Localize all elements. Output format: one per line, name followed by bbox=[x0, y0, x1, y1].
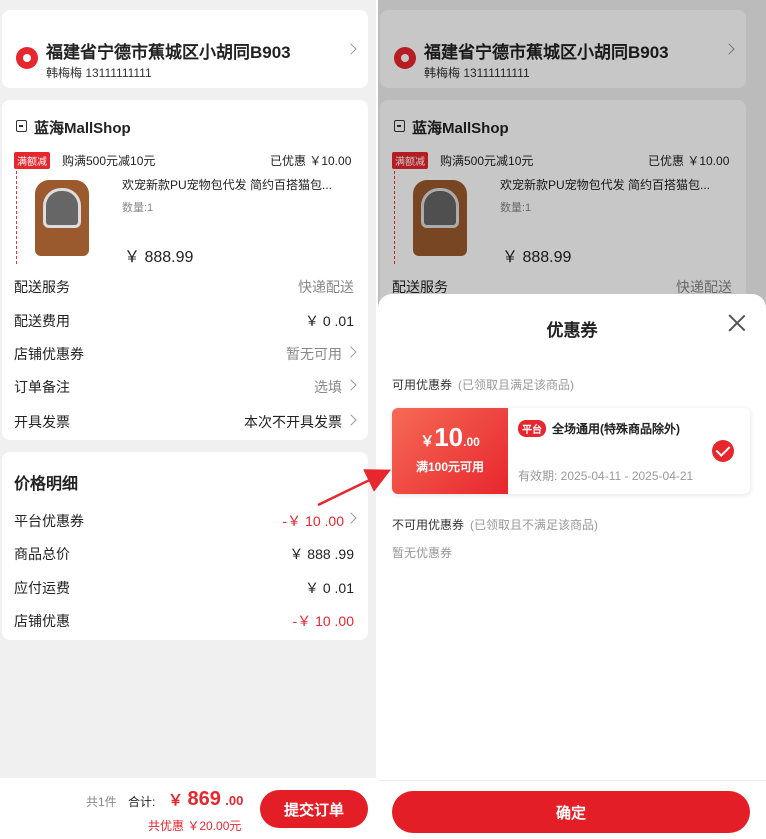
coupon-value-panel: ￥10.00 满100元可用 bbox=[392, 408, 508, 494]
coupon-name: 全场通用(特殊商品除外) bbox=[552, 422, 680, 436]
close-icon[interactable] bbox=[728, 314, 746, 332]
location-pin-icon bbox=[16, 47, 38, 69]
shop-card: 蓝海MallShop 满额减 购满500元减10元 已优惠 ￥10.00 欢宠新… bbox=[2, 100, 368, 440]
address-card[interactable]: 福建省宁德市蕉城区小胡同B903 韩梅梅 13111111111 bbox=[2, 10, 368, 88]
shop-name: 蓝海MallShop bbox=[34, 120, 131, 137]
row-value-goods-total: ￥ 888 .99 bbox=[289, 546, 354, 562]
chevron-right-icon bbox=[345, 512, 357, 524]
row-value-invoice[interactable]: 本次不开具发票 bbox=[182, 412, 342, 432]
row-value-shop-discount: -￥ 10 .00 bbox=[292, 613, 354, 629]
address-contact: 韩梅梅 13111111111 bbox=[46, 66, 152, 80]
row-value-remark[interactable]: 选填 bbox=[182, 377, 342, 397]
coupon-card[interactable]: ￥10.00 满100元可用 平台 全场通用(特殊商品除外) 有效期: 2025… bbox=[392, 408, 750, 494]
available-coupons-title: 可用优惠券 (已领取且满足该商品) bbox=[392, 378, 575, 392]
product-image[interactable] bbox=[16, 166, 102, 264]
pet-bag-illustration bbox=[35, 180, 89, 256]
chevron-right-icon bbox=[345, 414, 357, 426]
chevron-right-icon bbox=[345, 346, 357, 358]
row-label-delivery: 配送服务 bbox=[14, 279, 70, 295]
coupon-validity: 有效期: 2025-04-11 - 2025-04-21 bbox=[518, 469, 694, 483]
row-label-remark[interactable]: 订单备注 bbox=[14, 377, 70, 397]
chevron-right-icon bbox=[345, 379, 357, 391]
no-coupons-text: 暂无优惠券 bbox=[392, 546, 453, 560]
row-label-invoice[interactable]: 开具发票 bbox=[14, 412, 70, 432]
total-label: 合计: bbox=[128, 795, 156, 809]
row-label-shipping: 应付运费 bbox=[14, 580, 70, 596]
row-value-fee: ￥ 0 .01 bbox=[304, 313, 354, 329]
product-quantity: 数量:1 bbox=[122, 202, 154, 214]
confirm-button[interactable]: 确定 bbox=[392, 791, 750, 833]
coupon-condition: 满100元可用 bbox=[415, 460, 485, 474]
coupon-tag: 平台 bbox=[518, 420, 546, 437]
coupon-select-screen: 福建省宁德市蕉城区小胡同B903 韩梅梅 13111111111 蓝海MallS… bbox=[378, 0, 766, 839]
row-label-fee: 配送费用 bbox=[14, 313, 70, 329]
sheet-title: 优惠券 bbox=[546, 321, 598, 340]
discount-text: 已优惠 ￥10.00 bbox=[270, 154, 352, 168]
row-value-delivery: 快递配送 bbox=[298, 279, 354, 295]
order-footer: 共1件 合计: ￥ 869 .00 共优惠 ￥20.00元 提交订单 bbox=[0, 778, 376, 839]
order-confirm-screen: 福建省宁德市蕉城区小胡同B903 韩梅梅 13111111111 蓝海MallS… bbox=[0, 0, 376, 839]
price-detail-title: 价格明细 bbox=[14, 476, 79, 493]
submit-order-button[interactable]: 提交订单 bbox=[260, 790, 368, 828]
row-label-shop-discount: 店铺优惠 bbox=[14, 613, 70, 629]
coupon-amount: ￥10.00 bbox=[420, 422, 480, 452]
unavailable-coupons-title: 不可用优惠券 (已领取且不满足该商品) bbox=[392, 518, 599, 532]
row-label-platform-coupon[interactable]: 平台优惠券 bbox=[14, 511, 84, 531]
coupon-sheet: 优惠券 可用优惠券 (已领取且满足该商品) ￥10.00 满100元可用 平台 全… bbox=[378, 294, 766, 839]
address-title: 福建省宁德市蕉城区小胡同B903 bbox=[46, 43, 291, 62]
row-value-shop-coupon[interactable]: 暂无可用 bbox=[182, 344, 342, 364]
shop-icon bbox=[16, 120, 27, 132]
row-value-platform-coupon[interactable]: -￥ 10 .00 bbox=[202, 511, 344, 531]
price-detail-card: 价格明细 平台优惠券 -￥ 10 .00 商品总价 ￥ 888 .99 应付运费… bbox=[2, 452, 368, 640]
checkmark-selected-icon[interactable] bbox=[712, 440, 734, 462]
saved-amount: 共优惠 ￥20.00元 bbox=[148, 819, 242, 833]
row-value-shipping: ￥ 0 .01 bbox=[304, 580, 354, 596]
chevron-right-icon bbox=[345, 43, 357, 55]
product-title[interactable]: 欢宠新款PU宠物包代发 简约百搭猫包... bbox=[122, 176, 332, 193]
product-price: ￥ 888.99 bbox=[124, 249, 194, 266]
total-amount: ￥ 869 .00 bbox=[168, 788, 244, 810]
item-count: 共1件 bbox=[86, 795, 117, 809]
row-label-goods-total: 商品总价 bbox=[14, 546, 70, 562]
row-label-shop-coupon[interactable]: 店铺优惠券 bbox=[14, 344, 84, 364]
sheet-footer: 确定 bbox=[378, 780, 766, 839]
